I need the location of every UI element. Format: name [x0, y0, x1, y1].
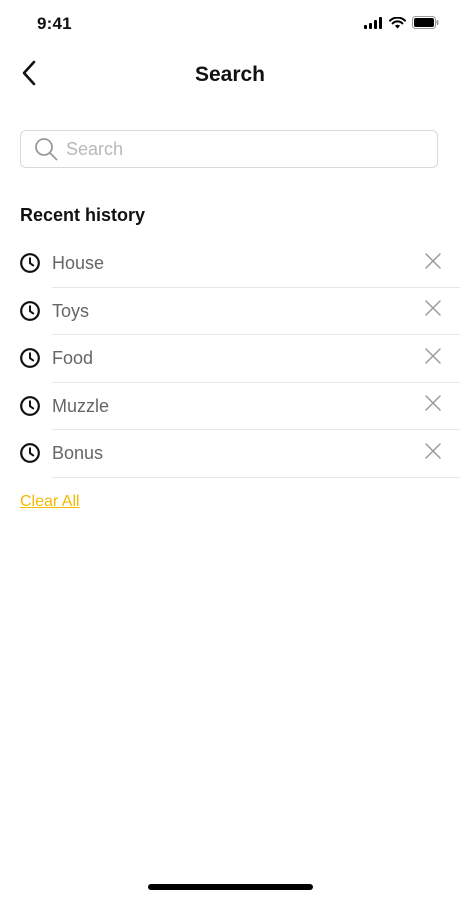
clock-icon: [19, 300, 41, 322]
clock-icon: [19, 442, 41, 464]
signal-icon: [364, 16, 383, 34]
history-item-house[interactable]: House: [0, 240, 460, 288]
history-item-label: Toys: [52, 300, 90, 321]
home-indicator[interactable]: [148, 884, 313, 890]
status-time: 9:41: [37, 14, 72, 33]
remove-history-button[interactable]: [420, 250, 446, 276]
history-item-label: Food: [52, 348, 94, 369]
history-item-label: Bonus: [52, 443, 104, 464]
close-icon: [425, 347, 441, 369]
close-icon: [425, 252, 441, 274]
history-item-muzzle[interactable]: Muzzle: [0, 383, 460, 431]
search-box[interactable]: [20, 130, 438, 168]
nav-bar: Search: [0, 50, 460, 102]
status-bar: 9:41: [0, 0, 460, 50]
page-title: Search: [194, 63, 266, 86]
clock-icon: [19, 347, 41, 369]
remove-history-button[interactable]: [420, 298, 446, 324]
battery-icon: [412, 16, 439, 34]
close-icon: [425, 395, 441, 416]
history-item-bonus[interactable]: Bonus: [0, 430, 460, 478]
history-list: House Toys Food Muzzle Bonus: [0, 240, 460, 478]
clock-icon: [19, 252, 41, 274]
wifi-icon: [389, 16, 406, 34]
clear-all-link[interactable]: Clear All: [20, 493, 80, 511]
clock-icon: [19, 395, 41, 417]
status-icons: [364, 16, 439, 34]
close-icon: [425, 300, 441, 321]
history-item-toys[interactable]: Toys: [0, 288, 460, 336]
recent-history-title: Recent history: [20, 205, 146, 225]
search-icon: [34, 137, 58, 161]
remove-history-button[interactable]: [420, 345, 446, 371]
close-icon: [425, 443, 441, 464]
remove-history-button[interactable]: [420, 440, 446, 466]
remove-history-button[interactable]: [420, 393, 446, 419]
history-item-label: House: [52, 253, 105, 273]
divider: [52, 476, 460, 478]
history-item-label: Muzzle: [52, 395, 110, 416]
search-input[interactable]: [66, 138, 406, 160]
history-item-food[interactable]: Food: [0, 335, 460, 383]
